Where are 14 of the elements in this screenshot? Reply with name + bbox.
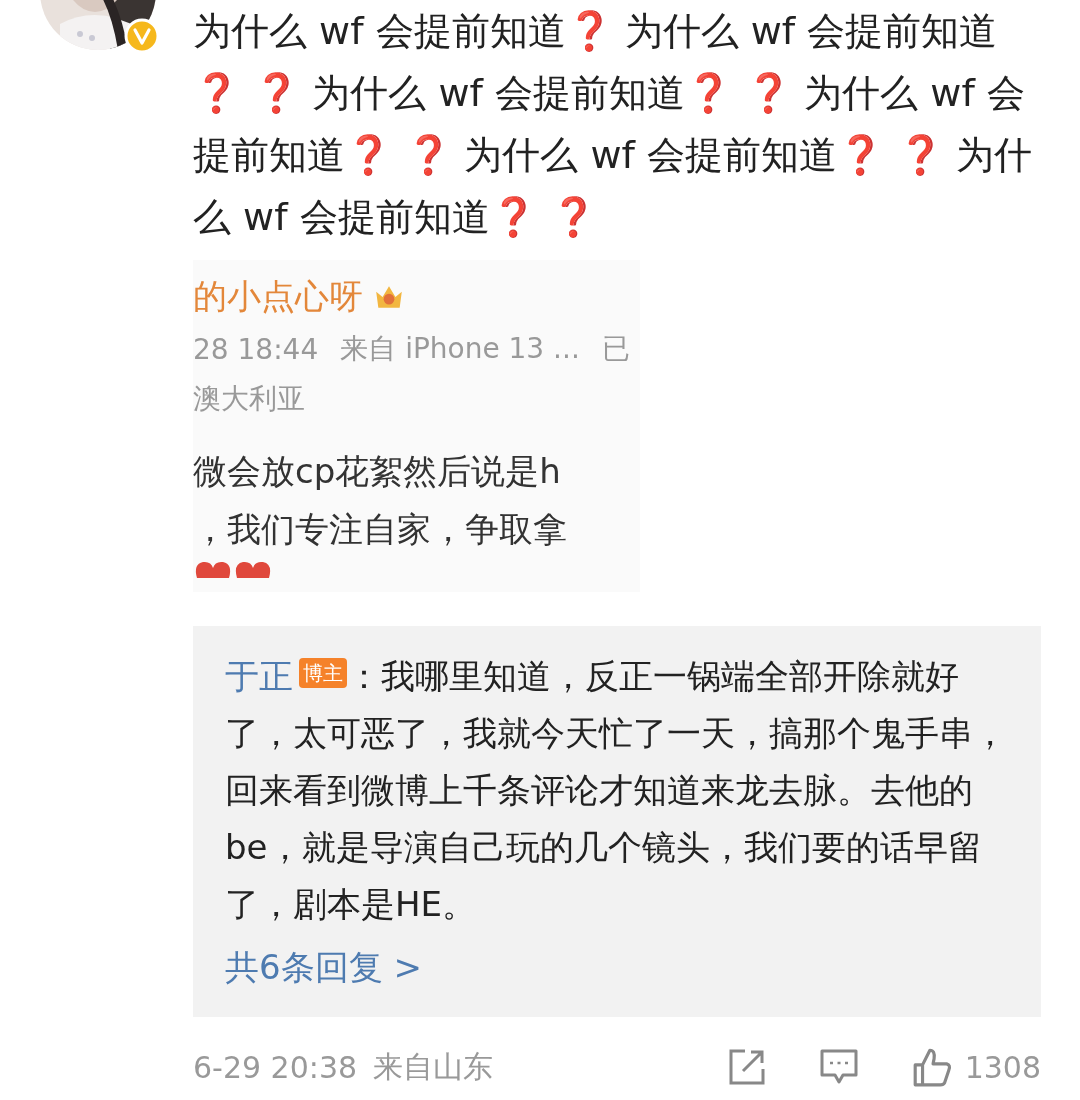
verified-badge-icon (124, 18, 160, 54)
post-text-line: ，我们专注自家，争取拿 (193, 508, 568, 551)
user-name: 的小点心呀 (193, 275, 363, 318)
post-location: 澳大利亚 (193, 381, 305, 417)
comment-location: 来自山东 (373, 1047, 494, 1086)
more-replies-link[interactable]: 共6条回复 > (225, 945, 422, 991)
post-text-line: 微会放cp花絮然后说是h (193, 450, 562, 493)
like-button[interactable]: 1308 (910, 1046, 1041, 1088)
edited-label: 已 (601, 331, 630, 367)
reply-text: 于正 $^{博主}$：我哪里知道，反正一锅端全部开除就好了，太可恶了，我就今天忙了一天，搞那个鬼手串，回来看到微博上千条评论才知道来龙去脉。去他的be，就是导演自己玩的几个镜头，我们要的话早留了，剧本是HE。 (225, 655, 1008, 926)
comment-time: 6-29 20:38 (193, 1049, 358, 1085)
post-source: 来自 iPhone 13 ... (340, 331, 580, 367)
post-time: 28 18:44 (193, 332, 319, 366)
post-text: 为什么 wf 会提前知道❓ 为什么 wf 会提前知道 ❓ ❓ 为什么 wf 会提前知道❓ ❓ 为什么 wf 会提前知道❓ ❓ 为什么 wf 会提前知道❓ ❓ 为什么 wf 会提前知道❓ ❓ (193, 8, 1034, 241)
